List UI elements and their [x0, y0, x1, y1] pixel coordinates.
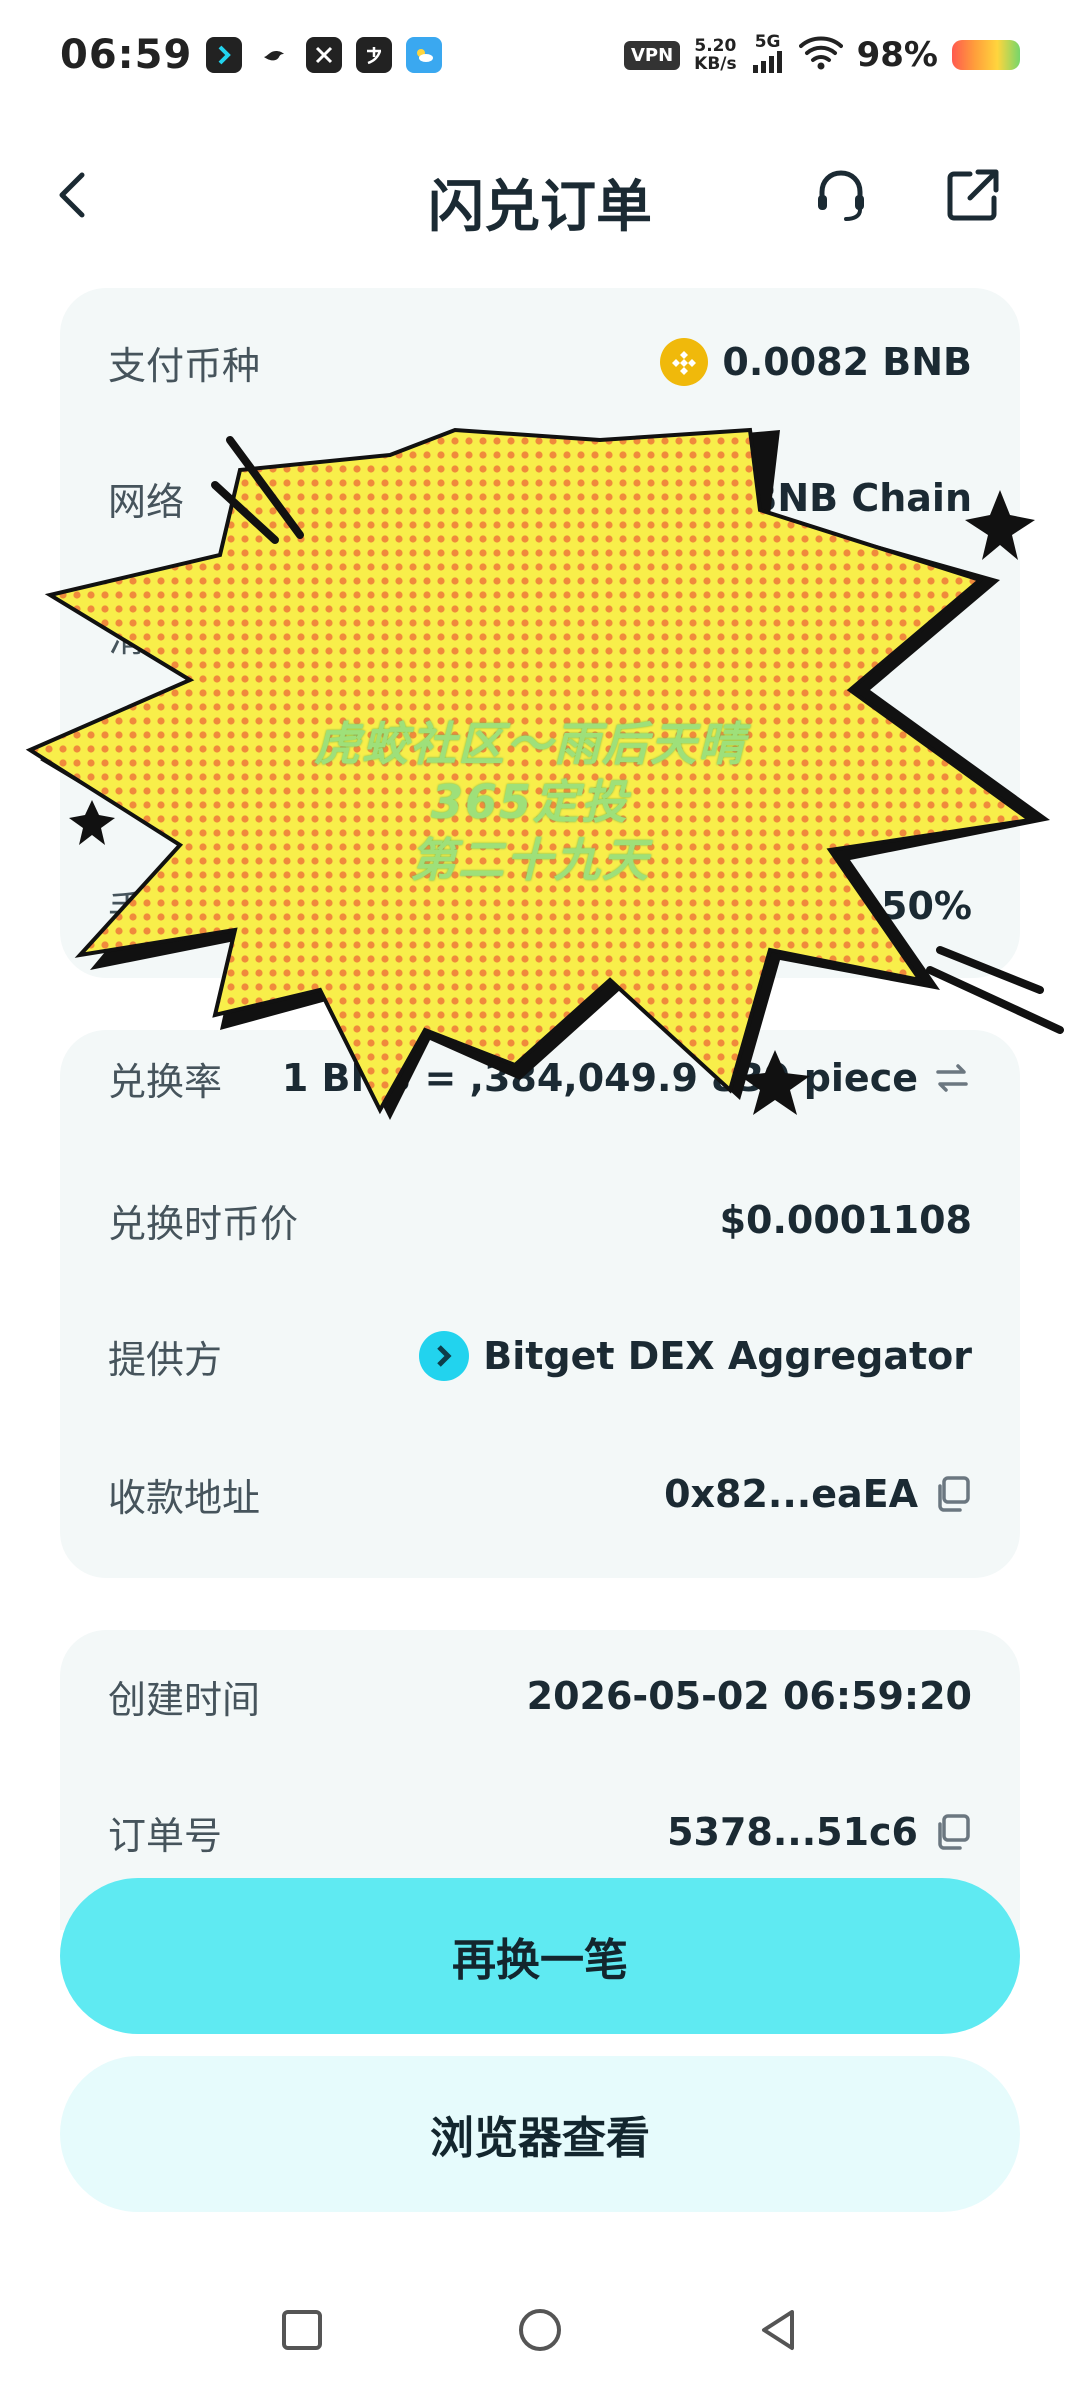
swap-again-button[interactable]: 再换一笔	[60, 1878, 1020, 2034]
rate-value: 1 BNB = ,384,049.9 839 piece	[281, 1056, 918, 1100]
top-nav: 闪兑订单	[0, 140, 1080, 250]
status-bar: 06:59 VPN 5.20 KB/s 5G 98%	[0, 0, 1080, 110]
home-icon[interactable]	[510, 2300, 570, 2360]
weather-app-icon	[406, 37, 443, 73]
view-in-browser-button[interactable]: 浏览器查看	[60, 2056, 1020, 2212]
speed-value: 5.20	[694, 36, 737, 56]
swap-direction-icon[interactable]	[932, 1058, 972, 1098]
battery-icon	[952, 40, 1020, 70]
status-right: VPN 5.20 KB/s 5G 98%	[623, 33, 1020, 77]
provider-row: 提供方 Bitget DEX Aggregator	[108, 1326, 972, 1386]
fee-value: 50%	[881, 884, 972, 928]
copy-address-icon[interactable]	[932, 1474, 972, 1514]
slippage-row: 滑点	[108, 604, 972, 664]
order-number-label: 订单号	[108, 1813, 223, 1858]
swap-order-screen: 06:59 VPN 5.20 KB/s 5G 98% 闪兑订单 支付币种 0.0…	[0, 0, 1080, 2400]
address-row: 收款地址 0x82...eaEA	[108, 1464, 972, 1524]
chevron-right-icon[interactable]	[904, 745, 934, 795]
created-time-label: 创建时间	[108, 1677, 261, 1722]
price-row: 兑换时币价 $0.0001108	[108, 1190, 972, 1250]
created-time-row: 创建时间 2026-05-02 06:59:20	[108, 1666, 972, 1726]
wifi-icon	[798, 36, 843, 74]
back-triangle-icon[interactable]	[748, 2300, 808, 2360]
order-number-row: 订单号 5378...51c6	[108, 1802, 972, 1862]
sticker-line-3: 第二十九天	[410, 833, 650, 887]
bitget-logo-icon	[419, 1331, 470, 1381]
network-value: BNB Chain	[748, 476, 972, 520]
alipay-app-icon	[356, 37, 393, 73]
order-number-value: 5378...51c6	[667, 1810, 918, 1854]
pay-currency-value: 0.0082 BNB	[722, 340, 972, 384]
price-label: 兑换时币价	[108, 1201, 299, 1246]
provider-value-wrap: Bitget DEX Aggregator	[419, 1331, 972, 1381]
provider-label: 提供方	[108, 1337, 223, 1382]
recent-apps-icon[interactable]	[272, 2300, 332, 2360]
vpn-badge: VPN	[623, 40, 681, 70]
network-value-wrap: BNB Chain	[688, 475, 972, 521]
pay-currency-row: 支付币种 0.0082 BNB	[108, 332, 972, 392]
sticker-caption: 虎蛟社区～雨后天晴 365定投 第二十九天	[220, 715, 840, 889]
network-row: 网络 BNB Chain	[108, 468, 972, 528]
network-speed: 5.20 KB/s	[694, 37, 736, 73]
created-time-value: 2026-05-02 06:59:20	[526, 1674, 972, 1718]
bnb-coin-icon	[660, 338, 709, 386]
rate-details-card: 兑换率 1 BNB = ,384,049.9 839 piece 兑换时币价 $…	[60, 1030, 1020, 1578]
provider-value: Bitget DEX Aggregator	[483, 1334, 972, 1378]
speed-unit: KB/s	[694, 54, 737, 74]
sticker-line-2: 365定投	[430, 775, 630, 829]
bnb-chain-icon	[688, 475, 735, 521]
share-icon[interactable]	[940, 162, 1006, 228]
rate-row: 兑换率 1 BNB = ,384,049.9 839 piece	[108, 1048, 972, 1108]
rate-value-wrap: 1 BNB = ,384,049.9 839 piece	[282, 1056, 972, 1100]
sticker-line-1: 虎蛟社区～雨后天晴	[314, 717, 746, 771]
gas-label: Ga	[108, 748, 161, 792]
address-label: 收款地址	[108, 1475, 261, 1520]
battery-percent: 98%	[856, 35, 938, 75]
pay-currency-value-wrap: 0.0082 BNB	[660, 338, 972, 386]
network-label: 网络	[108, 479, 185, 524]
address-value: 0x82...eaEA	[664, 1472, 918, 1516]
rate-label: 兑换率	[108, 1059, 223, 1104]
page-title: 闪兑订单	[428, 175, 652, 240]
order-number-value-wrap: 5378...51c6	[667, 1810, 972, 1854]
bird-app-icon	[256, 37, 292, 73]
clock: 06:59	[60, 32, 193, 78]
address-value-wrap: 0x82...eaEA	[664, 1472, 972, 1516]
x-app-icon	[306, 37, 343, 73]
bitget-app-icon	[206, 37, 243, 73]
price-value: $0.0001108	[719, 1198, 972, 1242]
system-navbar	[0, 2260, 1080, 2400]
network-type: 5G	[754, 32, 781, 52]
status-left: 06:59	[60, 32, 443, 78]
fee-label: 手	[108, 887, 147, 932]
headset-icon[interactable]	[808, 162, 874, 228]
slippage-label: 滑点	[108, 615, 185, 660]
pay-currency-label: 支付币种	[108, 343, 261, 388]
copy-order-number-icon[interactable]	[932, 1812, 972, 1852]
signal-icon: 5G	[751, 33, 785, 77]
